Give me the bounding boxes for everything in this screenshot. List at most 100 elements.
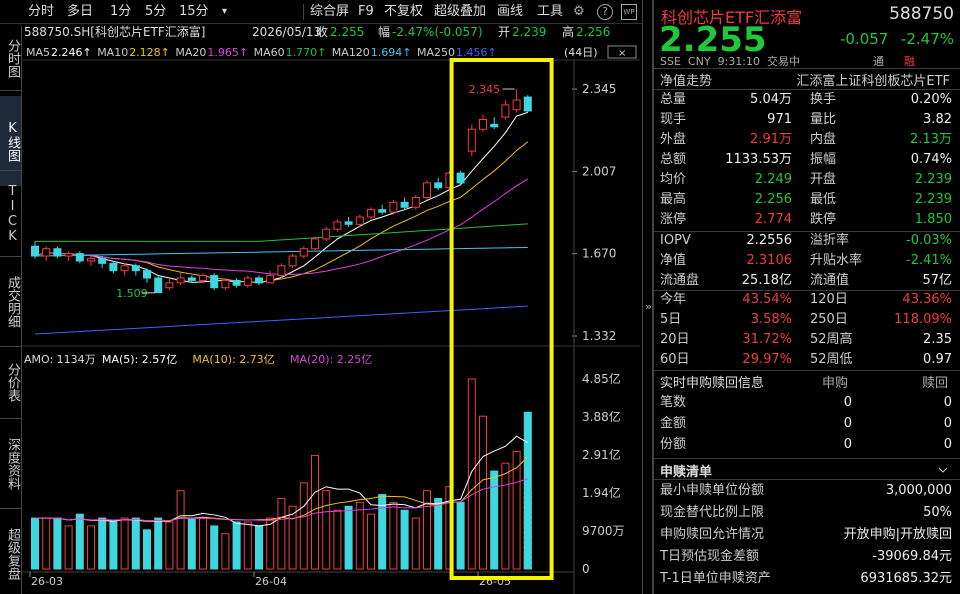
volume-bar [490, 470, 499, 570]
realtime-row: 金额 0 0 [660, 414, 952, 434]
stat-row: 涨停 2.774 跌停 1.850 [660, 210, 952, 230]
tab-separator [0, 90, 21, 91]
realtime-redeem-value: 0 [943, 437, 952, 452]
kline-chart-area[interactable]: 588750.SH[科创芯片ETF汇添富] 2026/05/13 收 2.255 幅 -2… [22, 24, 640, 594]
draw-line-button[interactable]: 画线 [497, 2, 523, 22]
stat-row: 总额 1133.53万 振幅 0.74% [660, 150, 952, 170]
stat-value: 25.18亿 [741, 273, 792, 288]
volume-bar [389, 501, 398, 570]
panel-collapse-strip[interactable]: » [642, 0, 653, 594]
divider [654, 370, 960, 371]
sub-redeem-value: -39069.84元 [872, 549, 952, 564]
composite-screen-button[interactable]: 综合屏 [310, 2, 349, 22]
fund-full-name: 汇添富上证科创板芯片ETF [796, 74, 950, 89]
sub-redeem-row: T-1日单位申赎资产 6931685.32元 [660, 569, 952, 589]
tab-price-table[interactable]: 分价表 [0, 352, 21, 412]
stat-row: 总量 5.04万 换手 0.20% [660, 90, 952, 110]
super-overlay-button[interactable]: 超级叠加 [434, 2, 486, 22]
realtime-label: 金额 [660, 416, 687, 431]
stat-value: 2.774 [754, 212, 792, 227]
nav-trend-link[interactable]: 净值走势 [660, 70, 712, 89]
kline-chart-svg[interactable]: 588750.SH[科创芯片ETF汇添富] 2026/05/13收 2.255 幅 -2… [22, 24, 640, 594]
trading-status: 交易中 [766, 55, 800, 68]
sub-redeem-title: 申赎清单 [660, 465, 713, 480]
divider [654, 68, 960, 69]
stat-label: 流通盘 [660, 273, 700, 288]
tab-separator [0, 508, 21, 509]
candle-body [87, 257, 95, 262]
price-axis-label: 2.007 [582, 164, 616, 178]
volume-bar [87, 525, 95, 570]
stat-label: 均价 [660, 172, 687, 187]
candle-body [333, 221, 342, 230]
sub-redeem-row: T日预估现金差额 -39069.84元 [660, 547, 952, 567]
stat-label: 换手 [810, 92, 837, 107]
currency-label: CNY [687, 55, 711, 68]
tab-5min[interactable]: 5分 [145, 2, 166, 22]
help-icon[interactable]: ? [597, 4, 613, 20]
dropdown-icon[interactable] [938, 464, 948, 474]
volume-bar [501, 462, 510, 570]
realtime-redeem-value: 0 [943, 416, 952, 431]
realtime-title: 实时申购赎回信息 [660, 376, 765, 391]
wp-icon[interactable]: WP [621, 4, 637, 20]
volume-bar [266, 517, 275, 570]
tab-intraday-chart[interactable]: 分时图 [0, 30, 21, 86]
period-dropdown-icon[interactable]: ▾ [222, 2, 227, 22]
connect-badge[interactable]: 通 [873, 53, 884, 69]
stat-value: 0.74% [910, 152, 952, 167]
candle-body [143, 270, 151, 279]
candle-body [400, 201, 409, 208]
day-count: (44日) [564, 46, 598, 59]
change-value: -2.47%(-0.057) [392, 25, 483, 39]
stat-value: 0.97 [923, 352, 952, 367]
stat-label: 开盘 [810, 172, 837, 187]
margin-badge[interactable]: 融 [904, 53, 915, 69]
sub-redeem-row: 现金替代比例上限 50% [660, 503, 952, 523]
ma60-line [35, 223, 528, 242]
tab-1min[interactable]: 1分 [110, 2, 131, 22]
candle-body [355, 216, 364, 225]
f9-button[interactable]: F9 [358, 2, 374, 22]
stat-row: 60日 29.97% 52周低 0.97 [660, 350, 952, 370]
stat-label: 最低 [810, 192, 837, 207]
candle-body [266, 275, 275, 284]
chart-toolbar: 分时 多日 1分 5分 15分 ▾ 综合屏 F9 不复权 超级叠加 画线 工具 … [0, 0, 642, 24]
volume-axis-label: 1.94亿 [582, 485, 621, 500]
stat-label: 现手 [660, 112, 687, 127]
tab-kline-chart[interactable]: K线图 [0, 96, 21, 186]
volume-bar [299, 482, 308, 570]
realtime-subscribe-value: 0 [843, 395, 852, 410]
quote-panel: 科创芯片ETF汇添富 588750 2.255 -0.057 -2.47% SS… [653, 0, 960, 594]
volume-bar [42, 517, 51, 570]
no-adjust-button[interactable]: 不复权 [384, 2, 423, 22]
candle-body [75, 253, 84, 262]
x-axis-label: 26-04 [255, 575, 287, 588]
tab-trade-detail[interactable]: 成交明细 [0, 262, 21, 342]
tab-intraday[interactable]: 分时 [28, 2, 54, 22]
tab-15min[interactable]: 15分 [179, 2, 209, 22]
candle-body [322, 228, 331, 240]
volume-bar [53, 517, 62, 570]
volume-axis-label: 3.88亿 [582, 409, 621, 424]
tab-super-replay[interactable]: 超级复盘 [0, 514, 21, 594]
tools-button[interactable]: 工具 [537, 2, 563, 22]
volume-bar [154, 517, 163, 570]
stat-row: 20日 31.72% 52周高 2.35 [660, 330, 952, 350]
stat-value: 43.36% [902, 292, 952, 307]
tab-tick[interactable]: TICK [0, 176, 21, 252]
stat-value: 2.35 [923, 332, 952, 347]
candle-body [367, 209, 375, 218]
candle-body [120, 265, 129, 272]
stat-label: 跌停 [810, 212, 837, 227]
tab-depth-data[interactable]: 深度资料 [0, 424, 21, 504]
candle-body [232, 279, 241, 286]
realtime-row: 笔数 0 0 [660, 393, 952, 413]
stat-label: 总额 [660, 152, 687, 167]
ma-value: 1.694↑ [371, 46, 412, 59]
stat-value: 2.13万 [910, 132, 952, 147]
security-code: 588750 [889, 4, 954, 24]
sub-redeem-label: 申购赎回允许情况 [660, 527, 765, 542]
tab-multiday[interactable]: 多日 [67, 2, 93, 22]
gear-icon[interactable]: ⚙ [573, 2, 585, 22]
